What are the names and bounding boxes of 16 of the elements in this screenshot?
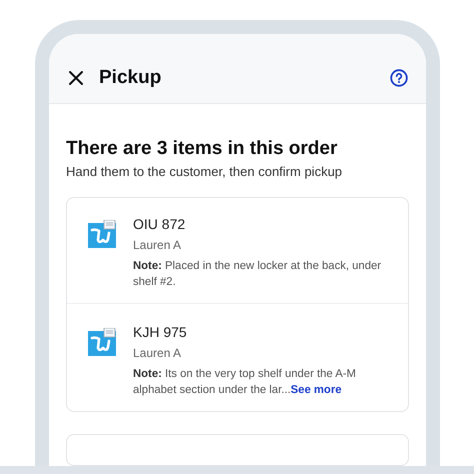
order-subtitle: Hand them to the customer, then confirm pickup (66, 164, 344, 179)
item-icon (88, 220, 116, 248)
see-more-link[interactable]: See more (290, 384, 342, 396)
page-title: Pickup (99, 66, 162, 88)
help-button[interactable] (390, 68, 408, 86)
customer-name: Lauren A (133, 346, 182, 360)
close-button[interactable] (68, 70, 84, 86)
item-note: Note: Its on the very top shelf under the A-M alphabet section under the lar...See more (133, 367, 357, 398)
customer-name: Lauren A (133, 238, 182, 252)
item-icon (88, 328, 116, 356)
help-icon (390, 68, 408, 86)
order-heading: There are 3 items in this order (66, 138, 338, 160)
item-note: Note: Placed in the new locker at the back, under shelf #2. (133, 259, 382, 290)
item-code: KJH 975 (133, 324, 188, 340)
item-code: OIU 872 (133, 216, 186, 232)
close-icon (68, 70, 84, 86)
